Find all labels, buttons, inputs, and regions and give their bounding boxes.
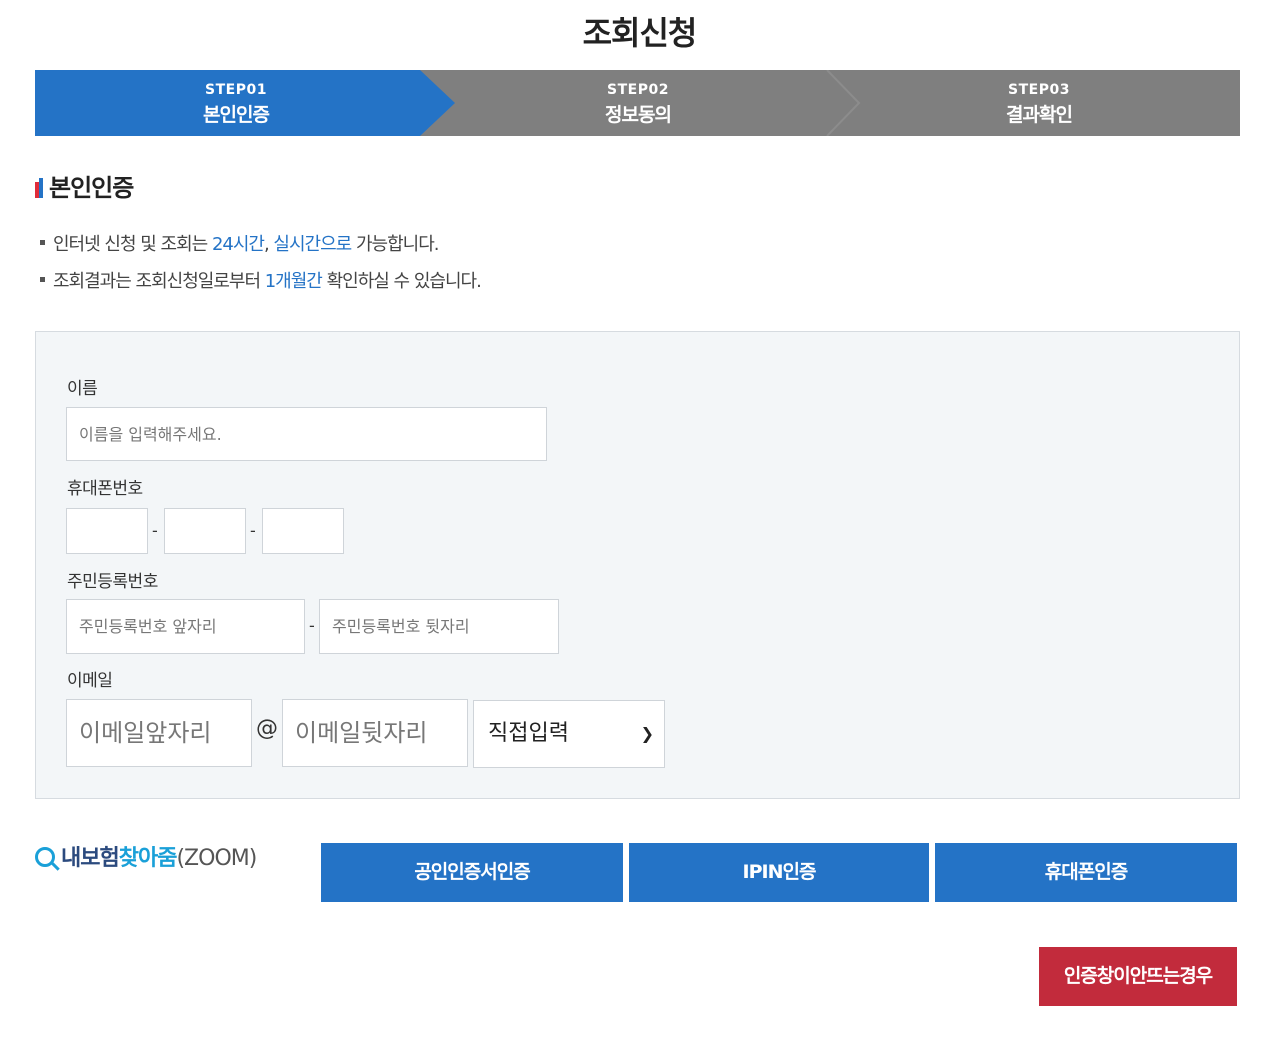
email-domain-select[interactable]: 직접입력 ❯ — [473, 700, 665, 768]
zoom-link-part1: 내보험 — [61, 846, 120, 871]
section-heading-text: 본인인증 — [49, 174, 134, 202]
notice-2-tail: 확인하실 수 있습니다. — [321, 271, 482, 292]
step-1-number: STEP01 — [205, 82, 267, 98]
step-2-number: STEP02 — [607, 82, 669, 98]
ipin-auth-button[interactable]: IPIN인증 — [629, 843, 929, 902]
step-2: STEP02 정보동의 — [437, 70, 839, 136]
zoom-insurance-link[interactable]: 내보험찾아줌(ZOOM) — [35, 840, 257, 872]
notice-1-tail: 가능합니다. — [351, 234, 440, 255]
phone-separator: - — [250, 521, 256, 540]
section-heading: 본인인증 — [35, 168, 134, 203]
notice-1-text: 인터넷 신청 및 조회는 — [53, 234, 212, 255]
phone-auth-button[interactable]: 휴대폰인증 — [935, 843, 1237, 902]
notice-line-1: 인터넷 신청 및 조회는 24시간, 실시간으로 가능합니다. — [40, 230, 440, 256]
bullet-icon — [40, 240, 45, 245]
email-domain-selected-value: 직접입력 — [488, 721, 569, 746]
zoom-link-part3: (ZOOM) — [176, 846, 257, 871]
certificate-auth-button[interactable]: 공인인증서인증 — [321, 843, 623, 902]
rrn-front-input[interactable] — [66, 599, 305, 654]
notice-1-highlight-realtime: 실시간으로 — [273, 234, 352, 255]
email-back-input[interactable] — [282, 699, 468, 767]
magnifier-icon — [35, 847, 55, 867]
notice-2-text: 조회결과는 조회신청일로부터 — [53, 271, 265, 292]
page-title: 조회신청 — [582, 14, 698, 52]
email-at-sign: @ — [256, 716, 278, 741]
identity-form: 이름 휴대폰번호 - - 주민등록번호 - 이메일 @ 직접입력 ❯ — [35, 331, 1240, 799]
phone-first-input[interactable] — [66, 508, 148, 554]
heading-marker-icon — [35, 178, 43, 198]
email-front-input[interactable] — [66, 699, 252, 767]
rrn-label: 주민등록번호 — [67, 572, 158, 592]
rrn-back-input[interactable] — [319, 599, 559, 654]
step-1: STEP01 본인인증 — [35, 70, 437, 136]
step-3-name: 결과확인 — [1006, 104, 1073, 126]
popup-help-button[interactable]: 인증창이안뜨는경우 — [1039, 947, 1237, 1006]
notice-1-highlight-hours: 24시간 — [211, 234, 265, 255]
bullet-icon — [40, 277, 45, 282]
chevron-down-icon: ❯ — [640, 724, 654, 743]
name-label: 이름 — [67, 379, 98, 399]
zoom-link-part2: 찾아줌 — [118, 846, 178, 871]
phone-label: 휴대폰번호 — [67, 479, 143, 499]
notice-1-separator: , — [263, 234, 274, 255]
rrn-separator: - — [309, 616, 315, 635]
step-progress-bar: STEP01 본인인증 STEP02 정보동의 STEP03 결과확인 — [35, 70, 1240, 136]
step-1-name: 본인인증 — [203, 104, 270, 126]
name-input[interactable] — [66, 407, 547, 461]
phone-last-input[interactable] — [262, 508, 344, 554]
phone-separator: - — [152, 521, 158, 540]
step-3: STEP03 결과확인 — [838, 70, 1240, 136]
phone-middle-input[interactable] — [164, 508, 246, 554]
step-2-name: 정보동의 — [605, 104, 672, 126]
notice-line-2: 조회결과는 조회신청일로부터 1개월간 확인하실 수 있습니다. — [40, 267, 482, 293]
email-label: 이메일 — [67, 671, 113, 691]
step-3-number: STEP03 — [1008, 82, 1070, 98]
notice-2-highlight-period: 1개월간 — [264, 271, 323, 292]
